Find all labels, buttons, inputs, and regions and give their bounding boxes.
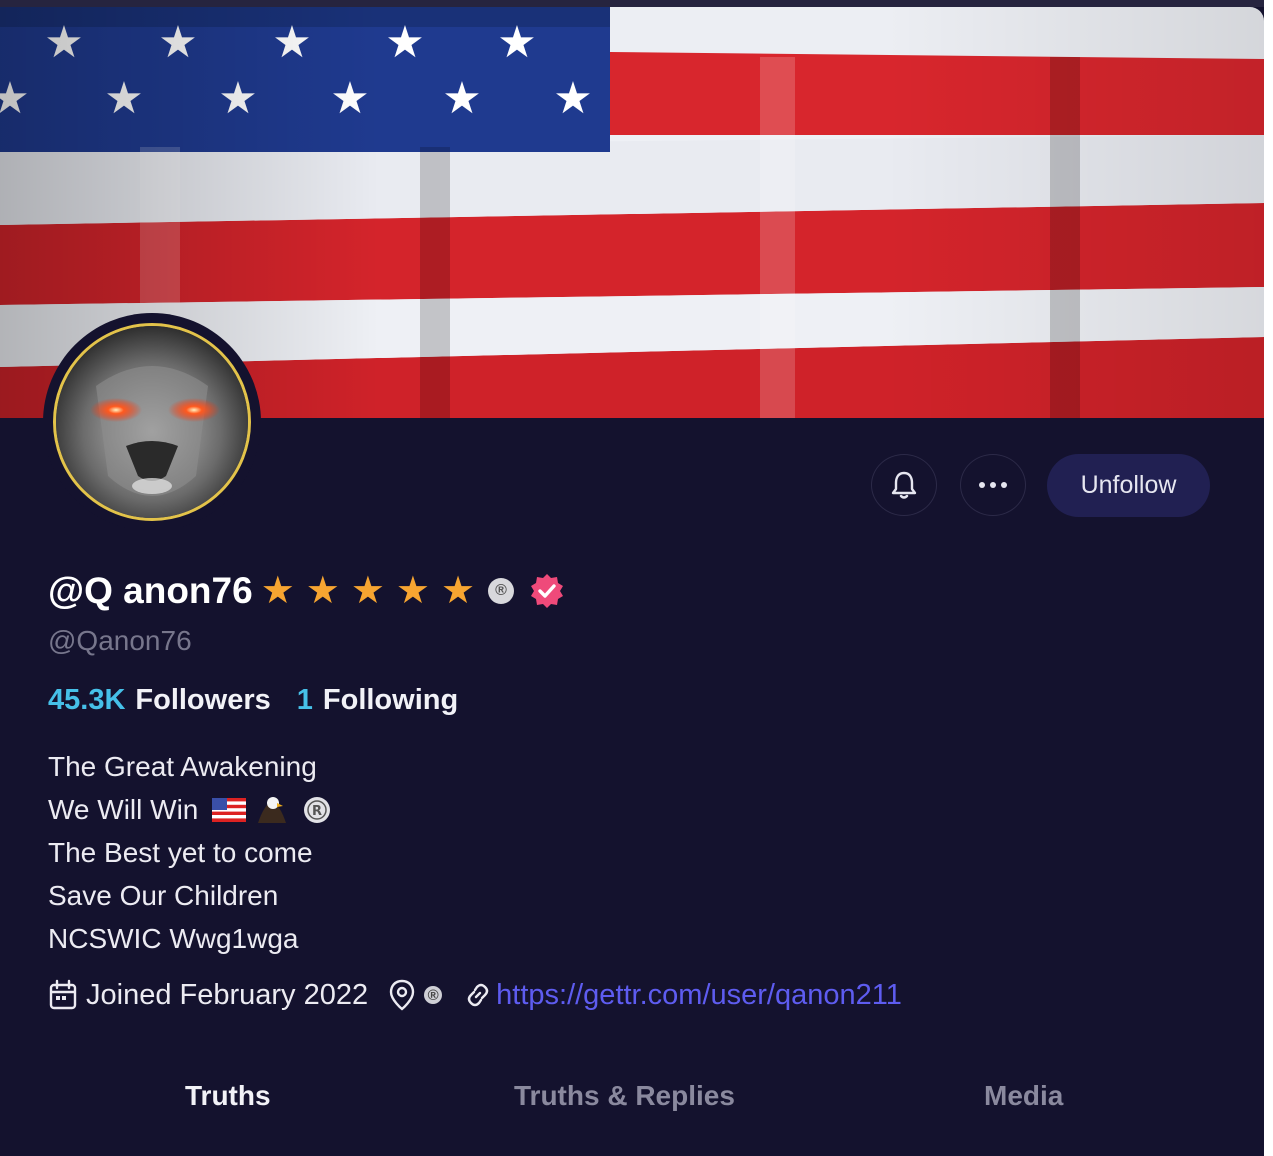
profile-page: ★ ★ ★ ★ ★ ★ ★ ★ ★ ★ ★ <box>0 0 1273 1156</box>
ellipsis-icon <box>979 482 1007 488</box>
verified-badge-icon <box>529 573 565 609</box>
star-icon: ★ <box>441 570 476 612</box>
star-icon: ★ <box>350 570 385 612</box>
bio-line: We Will Win <box>48 794 199 825</box>
link-icon <box>467 983 489 1007</box>
bio-line: NCSWIC Wwg1wga <box>48 923 299 954</box>
bio-line: The Best yet to come <box>48 837 313 868</box>
bio-line: The Great Awakening <box>48 751 317 782</box>
followers-label: Followers <box>135 684 271 716</box>
star-icon: ★ <box>260 570 295 612</box>
following-count: 1 <box>296 684 313 716</box>
registered-mark-icon: ® <box>488 578 515 604</box>
bio-line-with-emojis: We Will Win R <box>48 788 332 831</box>
profile-tabs: Truths Truths & Replies Media <box>0 1080 1264 1140</box>
tab-media[interactable]: Media <box>984 1080 1063 1112</box>
location-text: ® <box>424 986 443 1004</box>
follow-stats: 45.3K Followers 1 Following <box>48 684 458 717</box>
calendar-icon <box>49 979 77 1010</box>
registered-emoji: R <box>302 795 332 825</box>
eagle-emoji <box>256 795 288 825</box>
star-icon: ★ <box>395 570 430 612</box>
us-flag-emoji <box>212 797 247 822</box>
star-rating: ★ ★ ★ ★ ★ <box>261 572 486 610</box>
svg-text:R: R <box>312 804 322 819</box>
tab-truths[interactable]: Truths <box>185 1080 271 1112</box>
username-handle: @Qanon76 <box>48 625 192 656</box>
more-options-button[interactable] <box>960 454 1026 516</box>
profile-bio: The Great Awakening We Will Win R The Be… <box>48 745 332 960</box>
tab-truths-and-replies[interactable]: Truths & Replies <box>514 1080 735 1112</box>
following-link[interactable]: 1 Following <box>297 684 458 717</box>
profile-website-link[interactable]: https://gettr.com/user/qanon211 <box>496 979 902 1012</box>
notification-bell-button[interactable] <box>871 454 937 516</box>
lion-avatar-image <box>56 326 248 518</box>
profile-name-row: @Q anon76 ★ ★ ★ ★ ★ ® <box>48 566 565 616</box>
unfollow-button[interactable]: Unfollow <box>1047 454 1210 517</box>
star-icon: ★ <box>305 570 340 612</box>
window-right-edge <box>1264 0 1273 1156</box>
followers-count: 45.3K <box>48 684 126 716</box>
following-label: Following <box>322 684 459 716</box>
display-name: @Q anon76 <box>48 570 253 611</box>
window-top-edge <box>0 0 1273 7</box>
joined-date: Joined February 2022 <box>86 978 369 1011</box>
location-pin-icon <box>389 979 415 1011</box>
bio-line: Save Our Children <box>48 880 279 911</box>
avatar[interactable] <box>53 323 251 521</box>
profile-meta-row: Joined February 2022 ® https://gettr.com… <box>48 975 902 1015</box>
bell-icon <box>891 471 917 499</box>
followers-link[interactable]: 45.3K Followers <box>48 684 271 717</box>
